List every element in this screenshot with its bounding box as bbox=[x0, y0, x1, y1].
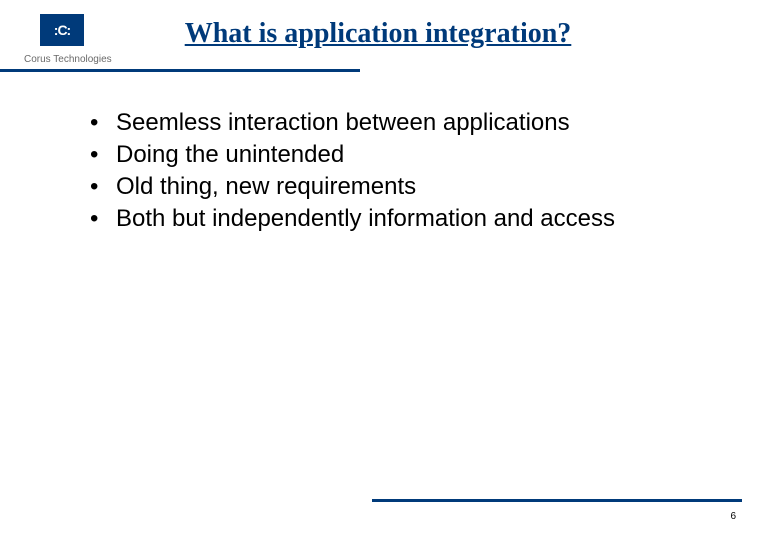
slide-header: :C: Corus Technologies What is applicati… bbox=[0, 0, 780, 72]
slide-title: What is application integration? bbox=[128, 18, 628, 50]
page-number: 6 bbox=[730, 511, 736, 522]
list-item: Doing the unintended bbox=[80, 140, 720, 170]
header-divider bbox=[0, 69, 360, 72]
list-item: Both but independently information and a… bbox=[80, 204, 720, 234]
list-item: Old thing, new requirements bbox=[80, 172, 720, 202]
footer-divider bbox=[372, 499, 742, 502]
bullet-list: Seemless interaction between application… bbox=[80, 108, 720, 234]
logo-glyph: :C: bbox=[54, 22, 70, 38]
brand-logo: :C: bbox=[40, 14, 84, 46]
list-item: Seemless interaction between application… bbox=[80, 108, 720, 138]
logo-mark: :C: bbox=[40, 14, 84, 46]
company-name: Corus Technologies bbox=[24, 54, 112, 65]
slide-content: Seemless interaction between application… bbox=[80, 108, 720, 236]
